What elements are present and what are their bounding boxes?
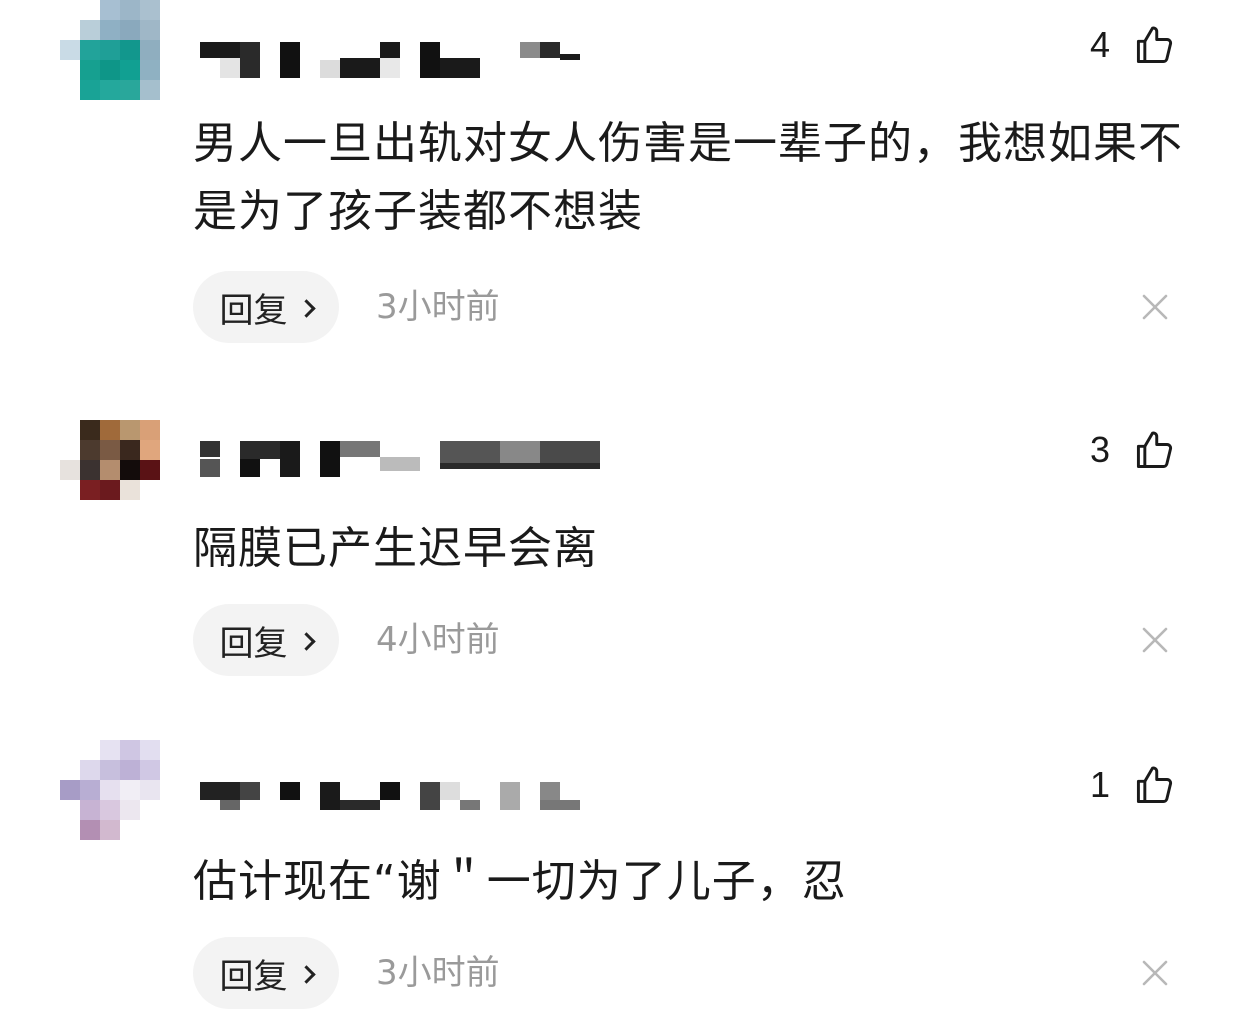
username-redacted[interactable] — [200, 437, 600, 479]
username-redacted[interactable] — [200, 38, 600, 80]
chevron-right-icon — [296, 631, 316, 651]
comment-text: 隔膜已产生迟早会离 — [193, 523, 598, 574]
thumbs-up-icon[interactable] — [1132, 763, 1176, 807]
avatar[interactable] — [60, 740, 160, 840]
timestamp: 3小时前 — [376, 287, 500, 327]
thumbs-up-icon[interactable] — [1132, 428, 1176, 472]
like-control[interactable]: 3 — [1090, 425, 1176, 475]
reply-label: 回复 — [219, 956, 288, 997]
reply-button[interactable]: 回复 — [193, 271, 339, 343]
timestamp: 3小时前 — [376, 953, 500, 993]
comment-actions: 回复 4小时前 — [193, 604, 1183, 676]
comment-text: 估计现在“谢＂一切为了儿子，忍 — [193, 856, 847, 907]
chevron-right-icon — [296, 964, 316, 984]
timestamp: 4小时前 — [376, 620, 500, 660]
like-count: 4 — [1089, 24, 1110, 65]
close-icon[interactable] — [1141, 626, 1169, 654]
avatar[interactable] — [60, 0, 160, 100]
comment-actions: 回复 3小时前 — [193, 937, 1183, 1009]
reply-label: 回复 — [219, 290, 288, 331]
like-control[interactable]: 4 — [1090, 20, 1176, 70]
chevron-right-icon — [296, 298, 316, 318]
avatar[interactable] — [60, 420, 160, 520]
reply-button[interactable]: 回复 — [193, 937, 339, 1009]
thumbs-up-icon[interactable] — [1132, 23, 1176, 67]
like-control[interactable]: 1 — [1090, 760, 1176, 810]
username-redacted[interactable] — [200, 778, 600, 820]
close-icon[interactable] — [1141, 959, 1169, 987]
like-count: 3 — [1089, 429, 1110, 470]
comment-text: 男人一旦出轨对女人伤害是一辈子的，我想如果不是为了孩子装都不想装 — [193, 118, 1183, 237]
close-icon[interactable] — [1141, 293, 1169, 321]
like-count: 1 — [1089, 764, 1110, 805]
reply-label: 回复 — [219, 623, 288, 664]
reply-button[interactable]: 回复 — [193, 604, 339, 676]
comment-actions: 回复 3小时前 — [193, 271, 1183, 343]
